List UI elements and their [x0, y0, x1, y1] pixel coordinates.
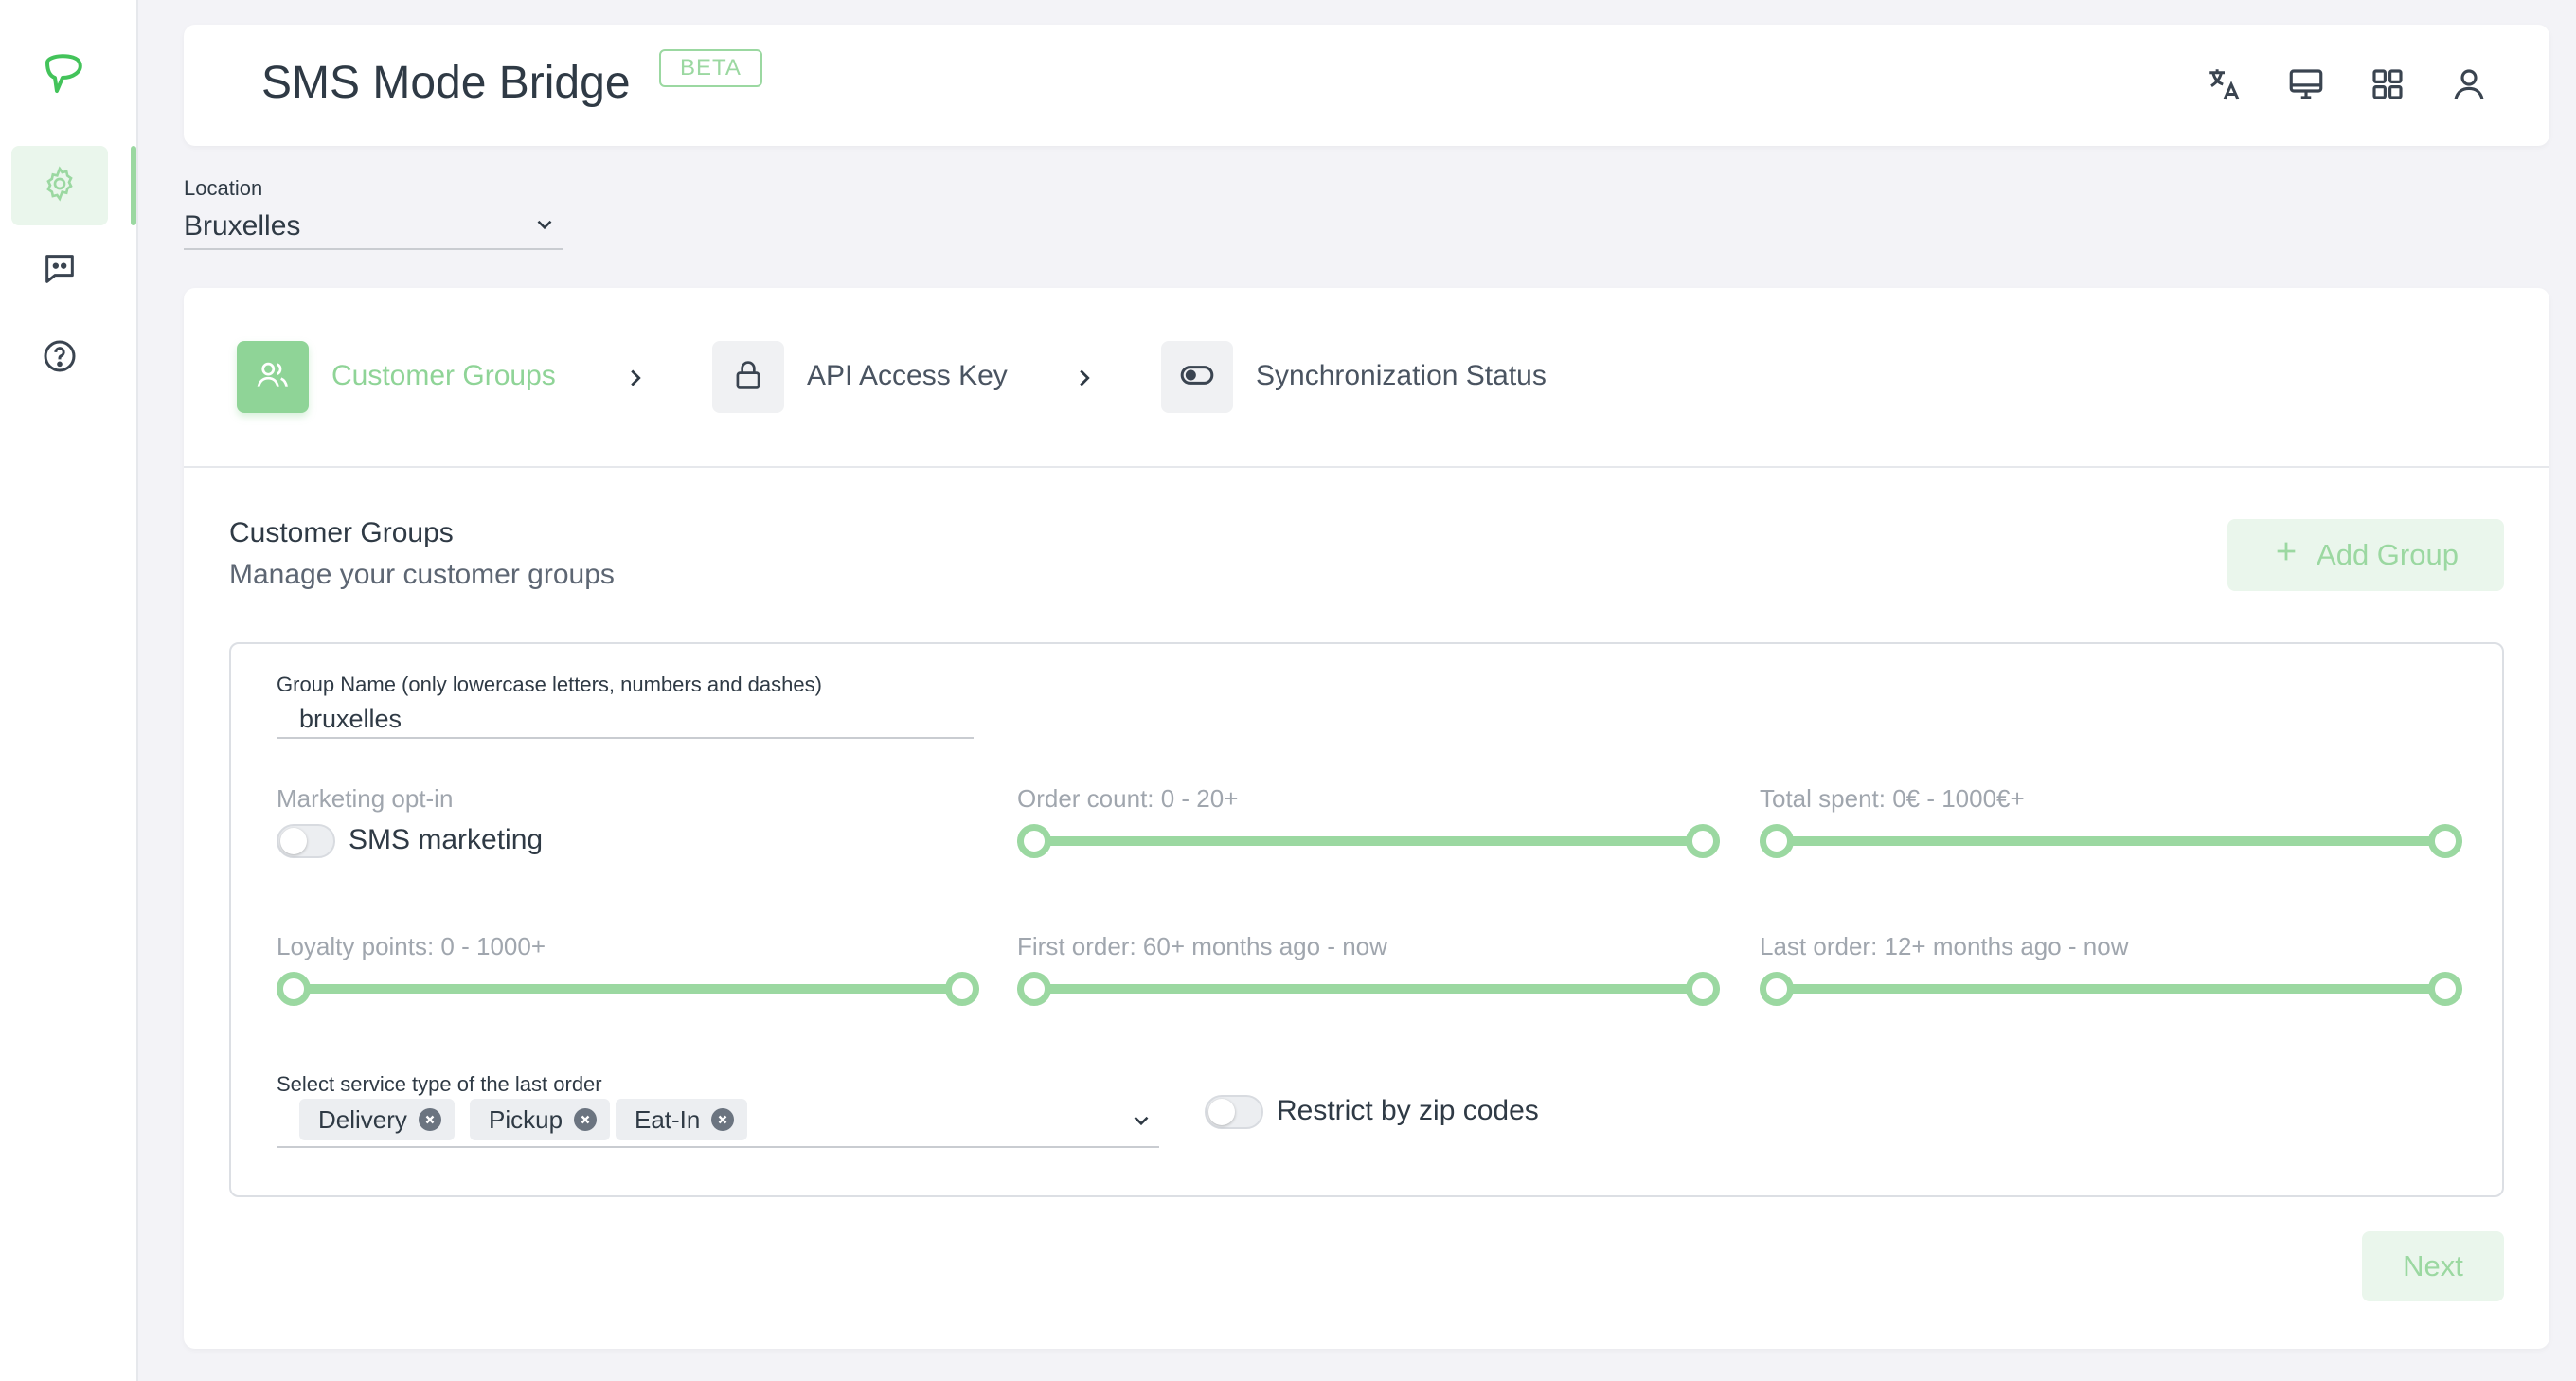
slider-max-handle[interactable]: [945, 972, 979, 1006]
sidebar: [0, 0, 138, 1381]
beta-badge: BETA: [659, 49, 762, 87]
chip-label: Eat-In: [635, 1104, 701, 1134]
slider-min-handle[interactable]: [1760, 972, 1794, 1006]
sidebar-item-settings[interactable]: [11, 146, 108, 225]
marketing-optin-label: Marketing opt-in: [277, 784, 454, 813]
chevron-down-icon: [1129, 1108, 1154, 1138]
group-name-input[interactable]: bruxelles: [277, 697, 974, 739]
last-order-label: Last order: 12+ months ago - now: [1760, 932, 2129, 960]
location-label: Location: [184, 176, 263, 200]
step-api-key-icon[interactable]: [712, 341, 784, 413]
slider-max-handle[interactable]: [2428, 972, 2462, 1006]
step-synchronization-status[interactable]: Synchronization Status: [1256, 360, 1547, 392]
first-order-label: First order: 60+ months ago - now: [1017, 932, 1387, 960]
first-order-slider[interactable]: [1017, 972, 1720, 1006]
loyalty-points-label: Loyalty points: 0 - 1000+: [277, 932, 546, 960]
close-icon[interactable]: [418, 1108, 441, 1131]
help-circle-icon: [41, 337, 79, 380]
step-customer-groups-icon[interactable]: [237, 341, 309, 413]
section-title: Customer Groups: [229, 517, 454, 548]
sms-marketing-toggle[interactable]: [277, 824, 335, 858]
slider-max-handle[interactable]: [2428, 824, 2462, 858]
chip-label: Pickup: [489, 1104, 564, 1134]
slider-min-handle[interactable]: [1017, 824, 1051, 858]
chip-eat-in: Eat-In: [616, 1099, 748, 1140]
sidebar-item-messages[interactable]: [11, 231, 108, 311]
service-type-select[interactable]: Delivery Pickup Eat-In: [277, 1095, 1159, 1148]
close-icon[interactable]: [574, 1108, 598, 1131]
chevron-right-icon: [1070, 364, 1099, 397]
chat-bubble-icon: [41, 250, 79, 293]
service-type-label: Select service type of the last order: [277, 1072, 602, 1096]
next-button[interactable]: Next: [2362, 1231, 2504, 1301]
apps-grid-icon[interactable]: [2366, 63, 2409, 106]
add-group-button[interactable]: Add Group: [2227, 519, 2504, 591]
top-bar: SMS Mode Bridge BETA: [184, 25, 2549, 146]
lock-icon: [730, 357, 766, 398]
location-value: Bruxelles: [184, 210, 301, 242]
chevron-right-icon: [621, 364, 650, 397]
chip-label: Delivery: [318, 1104, 407, 1134]
last-order-slider[interactable]: [1760, 972, 2462, 1006]
plus-icon: [2273, 538, 2299, 572]
section-subtitle: Manage your customer groups: [229, 559, 615, 590]
users-icon: [255, 357, 291, 398]
total-spent-label: Total spent: 0€ - 1000€+: [1760, 784, 2025, 813]
total-spent-slider[interactable]: [1760, 824, 2462, 858]
sidebar-item-help[interactable]: [11, 318, 108, 398]
order-count-label: Order count: 0 - 20+: [1017, 784, 1239, 813]
add-group-label: Add Group: [2317, 538, 2459, 571]
user-icon[interactable]: [2447, 63, 2491, 106]
step-sync-status-icon[interactable]: [1161, 341, 1233, 413]
app-title: SMS Mode Bridge: [261, 58, 631, 108]
stepper: Customer Groups API Access Key Synchroni…: [184, 288, 2549, 468]
slider-min-handle[interactable]: [277, 972, 311, 1006]
chevron-down-icon: [532, 212, 557, 244]
slider-max-handle[interactable]: [1686, 824, 1720, 858]
group-name-label: Group Name (only lowercase letters, numb…: [277, 673, 822, 696]
sms-marketing-label: SMS marketing: [349, 824, 544, 855]
slider-min-handle[interactable]: [1760, 824, 1794, 858]
slider-max-handle[interactable]: [1686, 972, 1720, 1006]
chip-delivery: Delivery: [299, 1099, 455, 1140]
close-icon[interactable]: [711, 1108, 735, 1131]
group-form: Group Name (only lowercase letters, numb…: [229, 642, 2504, 1197]
zip-codes-toggle[interactable]: [1205, 1095, 1263, 1129]
gear-icon: [41, 165, 79, 207]
brand-logo-icon: [38, 49, 87, 99]
location-select[interactable]: Bruxelles: [184, 205, 563, 250]
toggle-icon: [1178, 356, 1216, 399]
main-card: Customer Groups API Access Key Synchroni…: [184, 288, 2549, 1349]
chip-pickup: Pickup: [470, 1099, 611, 1140]
sidebar-active-indicator: [131, 146, 136, 225]
step-api-access-key[interactable]: API Access Key: [807, 360, 1008, 392]
loyalty-points-slider[interactable]: [277, 972, 979, 1006]
zip-codes-label: Restrict by zip codes: [1277, 1095, 1539, 1126]
monitor-icon[interactable]: [2284, 63, 2328, 106]
translate-icon[interactable]: [2203, 63, 2246, 106]
step-customer-groups[interactable]: Customer Groups: [331, 360, 556, 392]
slider-min-handle[interactable]: [1017, 972, 1051, 1006]
order-count-slider[interactable]: [1017, 824, 1720, 858]
